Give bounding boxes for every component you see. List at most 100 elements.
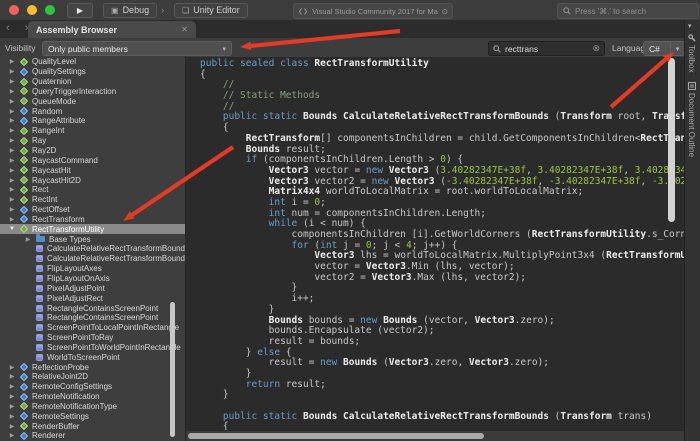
tree-item-rangeint[interactable]: ▶RangeInt xyxy=(0,126,185,136)
type-search-input[interactable]: recttrans ⊗ xyxy=(488,41,605,56)
nav-back-button[interactable]: ‹ xyxy=(6,22,16,34)
tree-item-screenpointtoray[interactable]: ScreenPointToRay xyxy=(0,333,185,343)
debug-config-button[interactable]: ▣ Debug xyxy=(103,3,157,18)
status-text: Visual Studio Community 2017 for Mac xyxy=(312,7,438,16)
tree-item-remoteconfigsettings[interactable]: ▶RemoteConfigSettings xyxy=(0,382,185,392)
tree-item-ray2d[interactable]: ▶Ray2D xyxy=(0,146,185,156)
expander-icon[interactable]: ▶ xyxy=(8,206,16,213)
tree-item-recttransform[interactable]: ▶RectTransform xyxy=(0,215,185,225)
tree-item-fliplayoutaxes[interactable]: FlipLayoutAxes xyxy=(0,264,185,274)
expander-icon[interactable]: ▶ xyxy=(8,177,16,184)
method-icon xyxy=(36,285,43,292)
global-search-field[interactable]: Press '⌘.' to search xyxy=(557,3,699,19)
expander-icon[interactable]: ▶ xyxy=(8,364,16,371)
pad-tab-toolbox[interactable]: Toolbox xyxy=(687,34,696,73)
tree-item-calculaterelativerecttransformbounds[interactable]: CalculateRelativeRectTransformBounds xyxy=(0,244,185,254)
expander-icon[interactable]: ▶ xyxy=(8,403,16,410)
expander-icon[interactable]: ▶ xyxy=(8,147,16,154)
tree-item-remotenotificationtype[interactable]: ▶RemoteNotificationType xyxy=(0,402,185,412)
tree-item-raycasthit[interactable]: ▶RaycastHit xyxy=(0,165,185,175)
editor-horizontal-scrollbar-track[interactable] xyxy=(186,430,684,441)
tree-item-remotesettings[interactable]: ▶RemoteSettings xyxy=(0,411,185,421)
tree-item-rect[interactable]: ▶Rect xyxy=(0,185,185,195)
expander-icon[interactable]: ▶ xyxy=(8,216,16,223)
expander-icon[interactable]: ▶ xyxy=(8,68,16,75)
clear-search-icon[interactable]: ⊗ xyxy=(592,43,600,54)
status-progress-icon[interactable]: ⊙ xyxy=(442,7,448,16)
expander-icon[interactable]: ▶ xyxy=(8,423,16,430)
tree-item-screenpointtoworldpointinrectangle[interactable]: ScreenPointToWorldPointInRectangle xyxy=(0,342,185,352)
chevron-right-icon: › xyxy=(161,5,164,15)
tree-item-base-types[interactable]: ▶Base Types xyxy=(0,234,185,244)
tree-item-raycasthit2d[interactable]: ▶RaycastHit2D xyxy=(0,175,185,185)
expander-icon[interactable]: ▶ xyxy=(8,432,16,439)
tab-close-icon[interactable]: ✕ xyxy=(181,25,188,34)
tree-item-renderer[interactable]: ▶Renderer xyxy=(0,431,185,441)
expander-icon[interactable]: ▶ xyxy=(8,127,16,134)
tree-item-calculaterelativerecttransformbounds[interactable]: CalculateRelativeRectTransformBounds xyxy=(0,254,185,264)
tree-item-reflectionprobe[interactable]: ▶ReflectionProbe xyxy=(0,362,185,372)
tree-item-quaternion[interactable]: ▶Quaternion xyxy=(0,77,185,87)
tab-overflow-button[interactable]: ▾ xyxy=(688,22,692,30)
tree-item-pixeladjustpoint[interactable]: PixelAdjustPoint xyxy=(0,283,185,293)
tree-item-remotenotification[interactable]: ▶RemoteNotification xyxy=(0,392,185,402)
tree-item-rectanglecontainsscreenpoint[interactable]: RectangleContainsScreenPoint xyxy=(0,303,185,313)
tree-item-rectoffset[interactable]: ▶RectOffset xyxy=(0,205,185,215)
expander-icon[interactable]: ▶ xyxy=(8,78,16,85)
expander-icon[interactable]: ▶ xyxy=(8,98,16,105)
tree-item-worldtoscreenpoint[interactable]: WorldToScreenPoint xyxy=(0,352,185,362)
run-button[interactable]: ▶ xyxy=(67,3,93,18)
language-dropdown[interactable]: C# ▾ xyxy=(643,41,685,56)
tree-item-rangeattribute[interactable]: ▶RangeAttribute xyxy=(0,116,185,126)
minimize-window-button[interactable] xyxy=(27,5,37,15)
pad-tab-document-outline[interactable]: Document Outline xyxy=(687,82,696,157)
main-area: ▶QualityLevel▶QualitySettings▶Quaternion… xyxy=(0,57,700,441)
tree-item-qualitysettings[interactable]: ▶QualitySettings xyxy=(0,67,185,77)
zoom-window-button[interactable] xyxy=(45,5,55,15)
tab-assembly-browser[interactable]: Assembly Browser ✕ xyxy=(28,21,196,38)
expander-icon[interactable]: ▶ xyxy=(8,108,16,115)
visibility-dropdown[interactable]: Only public members ▾ xyxy=(42,41,232,56)
tree-item-recttransformutility[interactable]: ▼RectTransformUtility xyxy=(0,224,185,234)
tree-item-renderbuffer[interactable]: ▶RenderBuffer xyxy=(0,421,185,431)
expander-icon[interactable]: ▶ xyxy=(8,157,16,164)
expander-icon[interactable]: ▼ xyxy=(8,226,16,232)
tree-item-fliplayoutonaxis[interactable]: FlipLayoutOnAxis xyxy=(0,274,185,284)
editor-horizontal-scrollbar[interactable] xyxy=(188,433,484,439)
expander-icon[interactable]: ▶ xyxy=(8,413,16,420)
assembly-tree: ▶QualityLevel▶QualitySettings▶Quaternion… xyxy=(0,57,186,441)
global-search-placeholder: Press '⌘.' to search xyxy=(575,7,646,16)
sidebar-scrollbar[interactable] xyxy=(170,302,175,437)
tree-item-qualitylevel[interactable]: ▶QualityLevel xyxy=(0,57,185,67)
struct-icon xyxy=(20,166,28,174)
run-target-button[interactable]: ❏ Unity Editor xyxy=(174,3,248,18)
tree-item-rectanglecontainsscreenpoint[interactable]: RectangleContainsScreenPoint xyxy=(0,313,185,323)
expander-icon[interactable]: ▶ xyxy=(8,88,16,95)
tree-item-random[interactable]: ▶Random xyxy=(0,106,185,116)
expander-icon[interactable]: ▶ xyxy=(8,58,16,65)
expander-icon[interactable]: ▶ xyxy=(8,137,16,144)
expander-icon[interactable]: ▶ xyxy=(8,393,16,400)
traffic-lights xyxy=(9,5,55,15)
expander-icon[interactable]: ▶ xyxy=(24,236,32,243)
tree-item-ray[interactable]: ▶Ray xyxy=(0,136,185,146)
tree-item-relativejoint2d[interactable]: ▶RelativeJoint2D xyxy=(0,372,185,382)
code-editor[interactable]: public sealed class RectTransformUtility… xyxy=(186,57,684,441)
editor-vertical-scrollbar[interactable] xyxy=(668,58,675,222)
expander-icon[interactable]: ▶ xyxy=(8,186,16,193)
tree-item-raycastcommand[interactable]: ▶RaycastCommand xyxy=(0,155,185,165)
expander-icon[interactable]: ▶ xyxy=(8,167,16,174)
expander-icon[interactable]: ▶ xyxy=(8,373,16,380)
struct-icon xyxy=(20,97,28,105)
expander-icon[interactable]: ▶ xyxy=(8,117,16,124)
tree-item-querytriggerinteraction[interactable]: ▶QueryTriggerInteraction xyxy=(0,87,185,97)
tree-item-pixeladjustrect[interactable]: PixelAdjustRect xyxy=(0,293,185,303)
code-line: public static Bounds CalculateRelativeRe… xyxy=(200,112,684,123)
expander-icon[interactable]: ▶ xyxy=(8,196,16,203)
tree-item-queuemode[interactable]: ▶QueueMode xyxy=(0,96,185,106)
chevron-down-icon[interactable]: ▾ xyxy=(670,42,684,55)
close-window-button[interactable] xyxy=(9,5,19,15)
expander-icon[interactable]: ▶ xyxy=(8,383,16,390)
tree-item-screenpointtolocalpointinrectangle[interactable]: ScreenPointToLocalPointInRectangle xyxy=(0,323,185,333)
tree-item-rectint[interactable]: ▶RectInt xyxy=(0,195,185,205)
